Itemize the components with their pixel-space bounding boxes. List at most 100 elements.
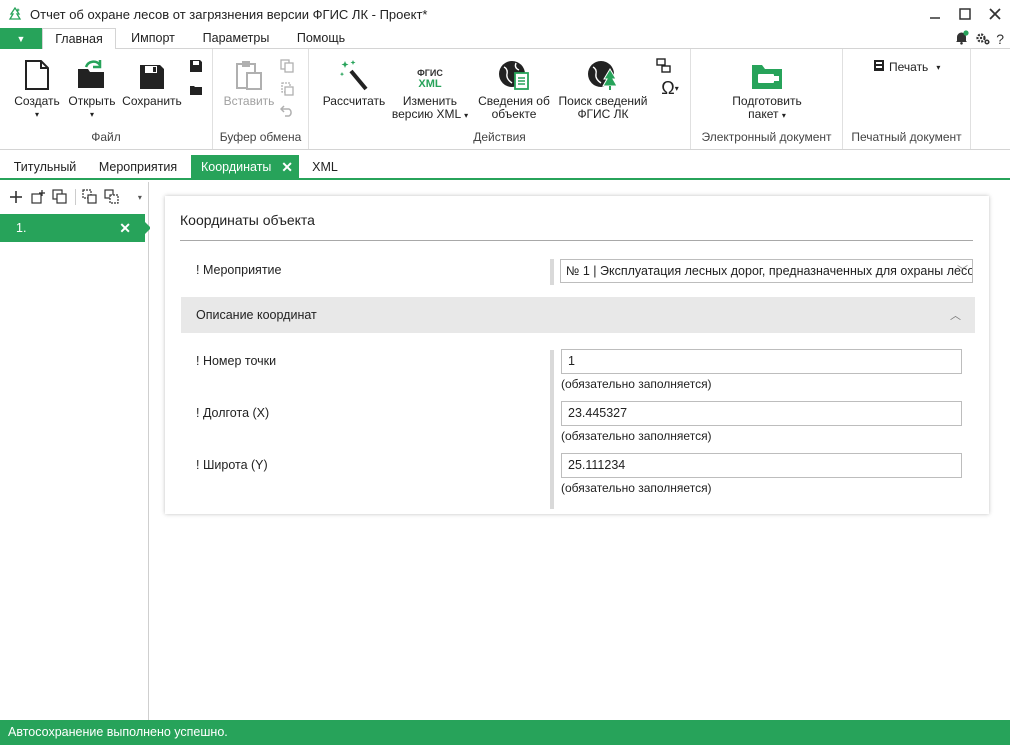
print-icon bbox=[873, 59, 885, 75]
menu-tab-import[interactable]: Импорт bbox=[120, 28, 186, 49]
close-window-button[interactable] bbox=[980, 0, 1010, 28]
search-fgis-button[interactable]: Поиск сведений ФГИС ЛК bbox=[555, 57, 651, 121]
ribbon-group-actions: Рассчитать ФГИС XML Изменить версию XML … bbox=[309, 49, 691, 149]
list-item-label: 1. bbox=[16, 221, 27, 235]
longitude-label: ! Долгота (X) bbox=[196, 406, 270, 420]
ribbon: Создать ▾ Открыть ▾ Сохранить Файл Встав… bbox=[0, 49, 1010, 150]
move-up-icon[interactable] bbox=[81, 188, 97, 206]
undo-icon[interactable] bbox=[278, 101, 296, 119]
calculate-label: Рассчитать bbox=[322, 94, 386, 108]
create-label: Создать bbox=[14, 94, 60, 108]
point-number-hint: (обязательно заполняется) bbox=[561, 377, 712, 391]
form-title: Координаты объекта bbox=[180, 212, 315, 228]
paste-label: Вставить bbox=[223, 94, 275, 108]
object-info-label-2: объекте bbox=[491, 107, 537, 121]
globe-document-icon bbox=[498, 57, 530, 91]
menu-tab-main[interactable]: Главная bbox=[42, 28, 116, 50]
close-tab-icon[interactable]: ✕ bbox=[281, 155, 293, 179]
event-select[interactable]: № 1 | Эксплуатация лесных дорог, предназ… bbox=[560, 259, 973, 283]
duplicate-icon[interactable] bbox=[52, 188, 68, 206]
chevron-up-icon: ︿ bbox=[950, 310, 961, 322]
ribbon-group-print: Печать ▾ Печатный документ bbox=[843, 49, 971, 149]
actions-group-label: Действия bbox=[473, 130, 526, 144]
document-tabs: Титульный Мероприятия Координаты ✕ XML bbox=[0, 155, 1010, 180]
print-button[interactable]: Печать ▾ bbox=[873, 59, 953, 75]
magic-wand-icon bbox=[339, 57, 369, 91]
open-button[interactable]: Открыть ▾ bbox=[65, 57, 119, 121]
file-group-label: Файл bbox=[91, 130, 121, 144]
tab-xml[interactable]: XML bbox=[304, 155, 346, 179]
create-button[interactable]: Создать ▾ bbox=[12, 57, 62, 121]
minimize-icon bbox=[930, 17, 940, 19]
section-title: Описание координат bbox=[196, 308, 317, 322]
calculate-button[interactable]: Рассчитать bbox=[321, 57, 387, 108]
delete-item-icon[interactable]: ✕ bbox=[119, 220, 131, 237]
tab-coordinates[interactable]: Координаты ✕ bbox=[191, 155, 299, 179]
change-xml-version-button[interactable]: ФГИС XML Изменить версию XML ▾ bbox=[389, 57, 471, 122]
change-xml-label-2: версию XML bbox=[391, 107, 461, 121]
more-options-icon[interactable]: ▾ bbox=[132, 188, 148, 206]
save-button[interactable]: Сохранить bbox=[121, 57, 183, 108]
event-select-value: № 1 | Эксплуатация лесных дорог, предназ… bbox=[566, 264, 973, 278]
list-item[interactable]: 1. ✕ bbox=[0, 214, 151, 242]
tab-title-page[interactable]: Титульный bbox=[8, 155, 82, 179]
status-bar: Автосохранение выполнено успешно. bbox=[0, 720, 1010, 745]
tab-events[interactable]: Мероприятия bbox=[90, 155, 186, 179]
save-disk-icon bbox=[138, 57, 166, 91]
save-as-icon[interactable] bbox=[187, 57, 205, 75]
new-document-icon bbox=[24, 57, 50, 91]
recent-folder-icon[interactable] bbox=[187, 80, 205, 98]
latitude-label: ! Широта (Y) bbox=[196, 458, 268, 472]
menu-tab-help[interactable]: Помощь bbox=[288, 28, 354, 49]
longitude-hint: (обязательно заполняется) bbox=[561, 429, 712, 443]
form-card: Координаты объекта ! Мероприятие № 1 | Э… bbox=[165, 196, 989, 514]
form-divider bbox=[180, 240, 973, 241]
dropdown-arrow-icon: ▼ bbox=[16, 33, 26, 44]
add-copy-icon[interactable] bbox=[30, 188, 46, 206]
main-content: Координаты объекта ! Мероприятие № 1 | Э… bbox=[150, 182, 1010, 720]
screens-icon[interactable] bbox=[655, 57, 673, 75]
menu-tab-parameters[interactable]: Параметры bbox=[196, 28, 276, 49]
ribbon-group-edoc: Подготовить пакет ▾ Электронный документ bbox=[691, 49, 843, 149]
open-label: Открыть bbox=[68, 94, 116, 108]
paste-clipboard-icon bbox=[235, 57, 263, 91]
save-label: Сохранить bbox=[122, 94, 182, 108]
maximize-icon bbox=[959, 8, 971, 20]
copy-icon[interactable] bbox=[278, 57, 296, 75]
special-symbols-icon[interactable]: Ω ▾ bbox=[655, 78, 685, 98]
fields-marker bbox=[550, 350, 554, 509]
add-icon[interactable] bbox=[8, 188, 24, 206]
cut-icon[interactable] bbox=[278, 80, 296, 98]
settings-gear-icon[interactable] bbox=[975, 30, 990, 48]
usb-folder-icon bbox=[750, 57, 784, 91]
chevron-down-icon: ﹀ bbox=[957, 265, 968, 277]
field-marker bbox=[550, 259, 554, 285]
longitude-input[interactable]: 23.445327 bbox=[561, 401, 962, 426]
left-panel-toolbar: ▾ bbox=[0, 182, 148, 212]
ribbon-group-clipboard: Вставить Буфер обмена bbox=[213, 49, 309, 149]
title-bar: Отчет об охране лесов от загрязнения вер… bbox=[0, 0, 1010, 28]
help-icon[interactable]: ? bbox=[996, 31, 1004, 47]
prepare-package-button[interactable]: Подготовить пакет ▾ bbox=[719, 57, 815, 122]
latitude-input[interactable]: 25.111234 bbox=[561, 453, 962, 478]
move-down-icon[interactable] bbox=[104, 188, 120, 206]
coordinates-section-header[interactable]: Описание координат ︿ bbox=[181, 297, 975, 333]
clipboard-group-label: Буфер обмена bbox=[219, 130, 302, 144]
menu-bar: ▼ Главная Импорт Параметры Помощь ? bbox=[0, 28, 1010, 50]
notifications-bell-icon[interactable] bbox=[954, 30, 969, 48]
point-number-input[interactable]: 1 bbox=[561, 349, 962, 374]
minimize-button[interactable] bbox=[920, 0, 950, 28]
left-panel: ▾ 1. ✕ bbox=[0, 182, 151, 720]
fgis-icon-top: ФГИС bbox=[417, 68, 443, 78]
object-info-button[interactable]: Сведения об объекте bbox=[474, 57, 554, 121]
app-menu-dropdown[interactable]: ▼ bbox=[0, 28, 42, 49]
search-fgis-label-2: ФГИС ЛК bbox=[577, 107, 629, 121]
maximize-button[interactable] bbox=[950, 0, 980, 28]
ribbon-group-file: Создать ▾ Открыть ▾ Сохранить Файл bbox=[0, 49, 213, 149]
globe-tree-icon bbox=[587, 57, 619, 91]
fgis-xml-icon: ФГИС XML bbox=[417, 57, 443, 91]
event-label: ! Мероприятие bbox=[196, 263, 282, 277]
edoc-group-label: Электронный документ bbox=[701, 130, 832, 144]
print-group-label: Печатный документ bbox=[851, 130, 962, 144]
paste-button[interactable]: Вставить bbox=[221, 57, 277, 108]
